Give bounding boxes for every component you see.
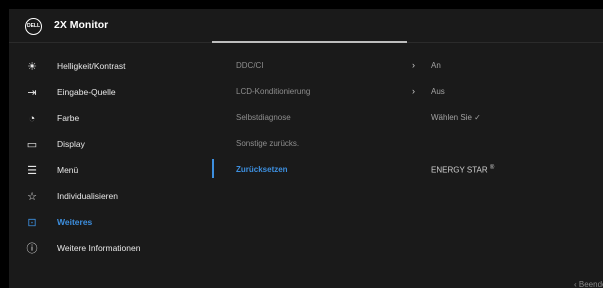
sidebar-item-brightness-contrast[interactable]: ☀ Helligkeit/Kontrast (9, 58, 209, 78)
option-value: Aus (431, 87, 445, 96)
sidebar-item-more-info[interactable]: ⓘ Weitere Informationen (9, 240, 209, 260)
option-value: An (431, 61, 441, 70)
option-label: LCD-Konditionierung (236, 87, 311, 96)
chevron-right-icon: › (412, 60, 415, 70)
menu-icon: ☰ (27, 165, 37, 177)
option-other-reset[interactable]: Sonstige zurücks. (209, 137, 603, 155)
color-icon: ◔ (28, 113, 36, 125)
registered-mark: ® (489, 165, 495, 171)
option-label: DDC/CI (236, 61, 264, 70)
sidebar-item-label: Helligkeit/Kontrast (57, 61, 126, 71)
sidebar-item-label: Eingabe-Quelle (57, 87, 116, 97)
option-label: Selbstdiagnose (236, 113, 291, 122)
sidebar-item-label: Menü (57, 165, 79, 175)
display-icon: ▭ (26, 139, 38, 151)
option-label: Zurücksetzen (236, 165, 288, 174)
option-lcd-conditioning[interactable]: LCD-Konditionierung › Aus (209, 85, 603, 103)
option-label: Sonstige zurücks. (236, 139, 300, 148)
osd-panel: DELL 2X Monitor ☀ Helligkeit/Kontrast ⇥ … (9, 9, 603, 288)
option-factory-reset[interactable]: Zurücksetzen ENERGY STAR ® (209, 163, 603, 181)
sidebar-item-others[interactable]: ⊡ Weiteres (9, 214, 209, 234)
energy-star-label: ENERGY STAR ® (431, 165, 494, 175)
option-self-diagnostic[interactable]: Selbstdiagnose Wählen Sie ✓ (209, 111, 603, 129)
exit-button[interactable]: ‹ Beenden (574, 280, 603, 288)
sidebar-item-label: Weiteres (57, 217, 93, 227)
chevron-right-icon: › (412, 86, 415, 96)
energy-star-text: ENERGY STAR (431, 165, 488, 175)
header: DELL 2X Monitor (9, 9, 603, 43)
sidebar-item-personalize[interactable]: ☆ Individualisieren (9, 188, 209, 208)
sidebar-item-label: Individualisieren (57, 191, 118, 201)
sidebar-item-color[interactable]: ◔ Farbe (9, 110, 209, 130)
info-icon: ⓘ (26, 243, 38, 255)
others-icon: ⊡ (27, 217, 37, 229)
star-icon: ☆ (27, 191, 37, 203)
sidebar-item-display[interactable]: ▭ Display (9, 136, 209, 156)
dell-logo: DELL (25, 18, 42, 35)
brightness-icon: ☀ (27, 61, 37, 73)
monitor-title: 2X Monitor (54, 19, 109, 31)
sidebar-item-label: Display (57, 139, 85, 149)
content-panel: DDC/CI › An LCD-Konditionierung › Aus Se… (209, 42, 603, 288)
sidebar-item-input-source[interactable]: ⇥ Eingabe-Quelle (9, 84, 209, 104)
option-value: Wählen Sie ✓ (431, 113, 481, 122)
sidebar-item-label: Farbe (57, 113, 80, 123)
option-ddc-ci[interactable]: DDC/CI › An (209, 59, 603, 77)
input-source-icon: ⇥ (27, 87, 37, 99)
sidebar-item-menu[interactable]: ☰ Menü (9, 162, 209, 182)
sidebar: ☀ Helligkeit/Kontrast ⇥ Eingabe-Quelle ◔… (9, 42, 209, 288)
sidebar-item-label: Weitere Informationen (57, 243, 141, 253)
